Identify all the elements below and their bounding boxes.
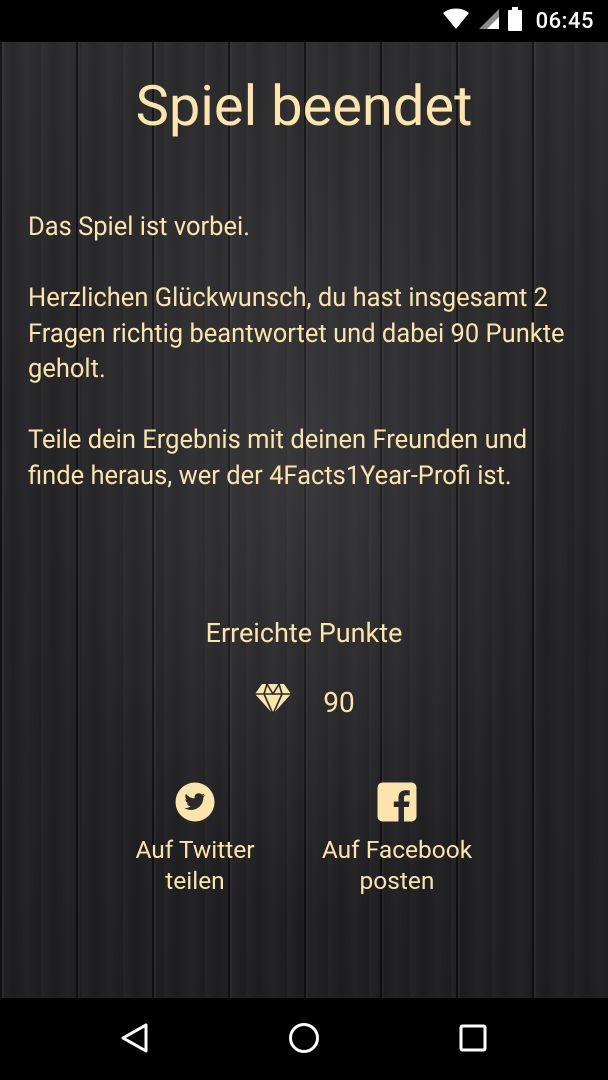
share-facebook-button[interactable]: Auf Facebook posten	[297, 782, 497, 896]
share-facebook-label: Auf Facebook	[321, 835, 473, 864]
cell-signal-icon	[478, 8, 500, 34]
result-paragraph: Herzlichen Glückwunsch, du hast insgesam…	[28, 283, 565, 384]
share-twitter-label-2: teilen	[165, 866, 225, 895]
status-bar: 06:45	[0, 0, 608, 42]
share-twitter-label: Auf Twitter	[135, 835, 255, 864]
diamond-icon	[253, 682, 293, 723]
home-button[interactable]	[278, 1014, 330, 1066]
battery-icon	[507, 7, 522, 35]
game-over-screen: Spiel beendet Das Spiel ist vorbei. Herz…	[0, 42, 608, 998]
share-twitter-button[interactable]: Auf Twitter teilen	[95, 782, 295, 896]
status-icons: 06:45	[442, 0, 594, 42]
result-text: Das Spiel ist vorbei. Herzlichen Glückwu…	[28, 210, 584, 530]
home-icon	[287, 1021, 321, 1059]
score-row: 90	[0, 680, 608, 724]
page-title: Spiel beendet	[135, 73, 473, 139]
twitter-icon	[175, 782, 215, 824]
share-facebook-label-2: posten	[359, 866, 435, 895]
recents-icon	[458, 1023, 488, 1057]
back-button[interactable]	[109, 1014, 161, 1066]
back-icon	[119, 1022, 151, 1058]
status-time: 06:45	[535, 8, 594, 34]
facebook-icon	[377, 782, 417, 824]
score-value: 90	[323, 685, 355, 719]
result-paragraph: Teile dein Ergebnis mit deinen Freunden …	[28, 425, 528, 491]
recents-button[interactable]	[447, 1014, 499, 1066]
wifi-icon	[442, 8, 470, 34]
navigation-bar	[0, 998, 608, 1080]
result-paragraph: Das Spiel ist vorbei.	[28, 212, 250, 242]
score-label: Erreichte Punkte	[205, 617, 403, 649]
